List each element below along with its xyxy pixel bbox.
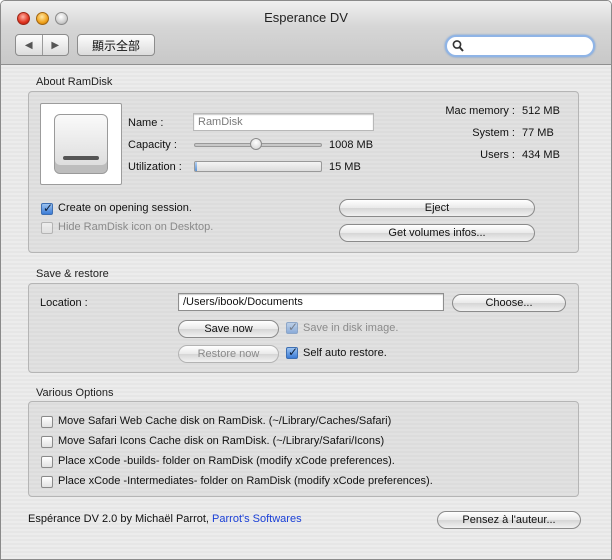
option-checkbox[interactable]	[41, 416, 53, 428]
search-field[interactable]	[445, 35, 595, 57]
hide-icon-checkbox[interactable]	[41, 222, 53, 234]
hard-disk-icon	[54, 114, 108, 174]
option-safari-icons-cache-label: Move Safari Icons Cache disk on RamDisk.…	[58, 435, 385, 447]
back-forward-control: ◀ ▶	[15, 34, 69, 56]
location-field[interactable]: /Users/ibook/Documents	[178, 293, 444, 311]
ramdisk-icon-well	[40, 103, 122, 185]
save-now-button[interactable]: Save now	[178, 320, 279, 338]
users-memory-label: Users :	[480, 149, 515, 161]
self-auto-restore-checkbox[interactable]	[286, 345, 298, 359]
system-memory-label: System :	[472, 127, 515, 139]
utilization-label: Utilization :	[128, 161, 182, 173]
utilization-bar-fill	[195, 162, 197, 171]
save-restore-section-label: Save & restore	[36, 268, 109, 280]
name-field: RamDisk	[193, 113, 374, 131]
search-input[interactable]	[466, 39, 586, 53]
utilization-value: 15 MB	[329, 161, 361, 173]
parrots-softwares-link[interactable]: Parrot's Softwares	[212, 513, 302, 525]
restore-now-button[interactable]: Restore now	[178, 345, 279, 363]
capacity-slider-knob[interactable]	[250, 138, 262, 150]
option-xcode-intermediates-label: Place xCode -Intermediates- folder on Ra…	[58, 475, 433, 487]
location-label: Location :	[40, 297, 88, 309]
back-arrow-icon[interactable]: ◀	[16, 35, 42, 55]
name-label: Name :	[128, 117, 164, 129]
window-title: Esperance DV	[264, 10, 348, 25]
credit-text: Espérance DV 2.0 by Michaël Parrot, Parr…	[28, 513, 302, 525]
users-memory-value: 434 MB	[522, 149, 560, 161]
save-in-disk-image-checkbox[interactable]	[286, 320, 298, 334]
capacity-label: Capacity :	[128, 139, 177, 151]
magnifier-icon	[452, 40, 464, 52]
title-bar: Esperance DV ◀ ▶ 顯示全部	[1, 1, 611, 65]
mac-memory-value: 512 MB	[522, 105, 560, 117]
option-xcode-builds-label: Place xCode -builds- folder on RamDisk (…	[58, 455, 395, 467]
create-on-opening-label: Create on opening session.	[58, 202, 192, 214]
create-on-opening-checkbox[interactable]	[41, 201, 53, 215]
forward-arrow-icon[interactable]: ▶	[41, 35, 69, 55]
mac-memory-label: Mac memory :	[445, 105, 515, 117]
utilization-bar	[194, 161, 322, 172]
save-in-disk-image-label: Save in disk image.	[303, 322, 399, 334]
option-checkbox[interactable]	[41, 476, 53, 488]
think-of-author-button[interactable]: Pensez à l'auteur...	[437, 511, 581, 529]
self-auto-restore-label: Self auto restore.	[303, 347, 387, 359]
system-memory-value: 77 MB	[522, 127, 554, 139]
about-section-label: About RamDisk	[36, 76, 113, 88]
hide-icon-label: Hide RamDisk icon on Desktop.	[58, 221, 214, 233]
preferences-window: Esperance DV ◀ ▶ 顯示全部 About RamDisk Name…	[0, 0, 612, 560]
option-safari-web-cache-label: Move Safari Web Cache disk on RamDisk. (…	[58, 415, 392, 427]
get-volumes-button[interactable]: Get volumes infos...	[339, 224, 535, 242]
various-options-section-label: Various Options	[36, 387, 114, 399]
option-checkbox[interactable]	[41, 436, 53, 448]
eject-button[interactable]: Eject	[339, 199, 535, 217]
capacity-value: 1008 MB	[329, 139, 374, 151]
option-checkbox[interactable]	[41, 456, 53, 468]
credit-author: Espérance DV 2.0 by Michaël Parrot,	[28, 513, 209, 525]
choose-location-button[interactable]: Choose...	[452, 294, 566, 312]
show-all-button[interactable]: 顯示全部	[77, 34, 155, 56]
